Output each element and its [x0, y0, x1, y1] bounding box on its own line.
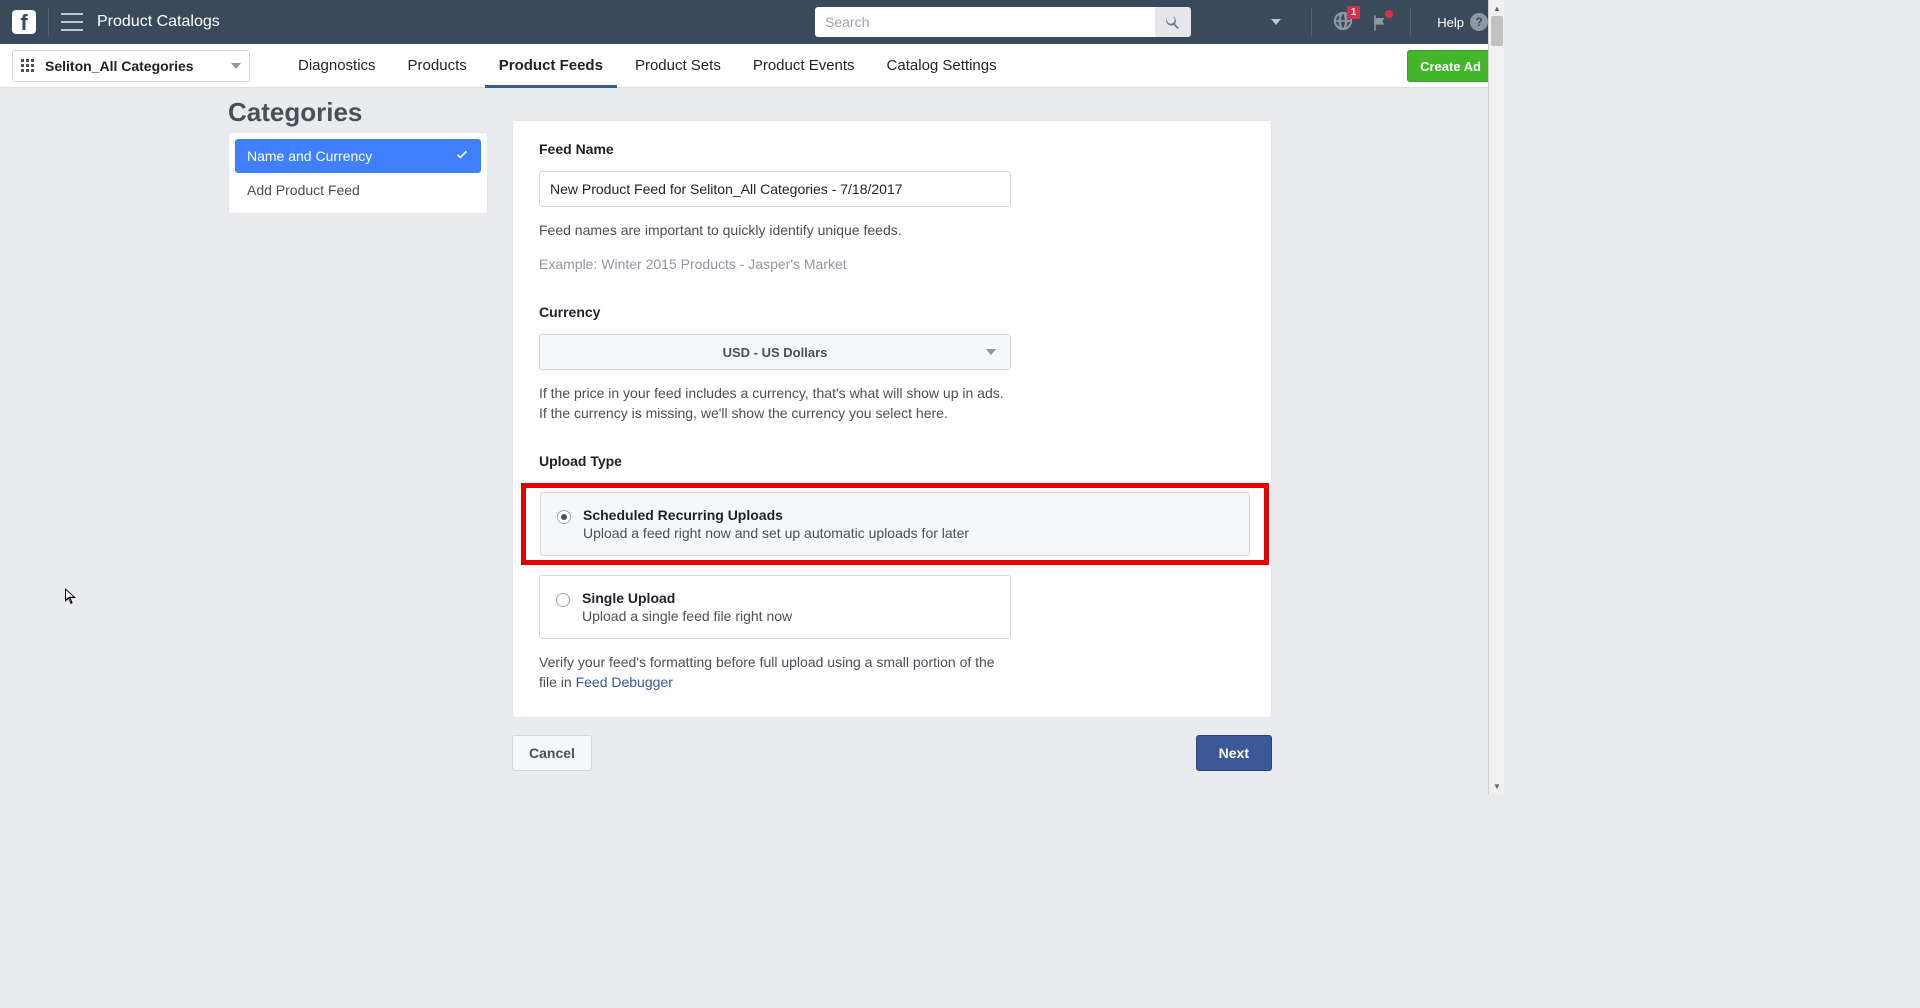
- divider: [1410, 8, 1411, 36]
- steps-sidebar: Name and Currency Add Product Feed: [228, 132, 488, 214]
- next-button[interactable]: Next: [1196, 735, 1272, 771]
- cursor-icon: [64, 588, 78, 606]
- currency-label: Currency: [539, 304, 1245, 320]
- feed-name-label: Feed Name: [539, 141, 1245, 157]
- currency-value: USD - US Dollars: [723, 345, 828, 360]
- help-link[interactable]: Help ?: [1437, 13, 1488, 31]
- currency-select[interactable]: USD - US Dollars: [539, 334, 1011, 370]
- facebook-logo[interactable]: f: [12, 10, 36, 34]
- divider: [48, 8, 49, 36]
- feed-name-input[interactable]: [539, 171, 1011, 207]
- option-title: Scheduled Recurring Uploads: [583, 507, 969, 523]
- check-icon: [455, 148, 469, 165]
- topbar-right: 1 Help ?: [1253, 0, 1488, 44]
- upload-option-single[interactable]: Single Upload Upload a single feed file …: [539, 575, 1011, 639]
- footer-buttons: Cancel Next: [512, 735, 1272, 771]
- help-icon: ?: [1470, 13, 1488, 31]
- notification-badge: 1: [1347, 6, 1361, 19]
- step-label: Name and Currency: [247, 148, 372, 164]
- create-ad-button[interactable]: Create Ad: [1407, 50, 1494, 82]
- option-desc: Upload a single feed file right now: [582, 608, 792, 624]
- catalog-selector[interactable]: Seliton_All Categories: [12, 50, 250, 82]
- flag-notification-dot: [1385, 10, 1393, 18]
- account-dropdown-icon[interactable]: [1271, 19, 1281, 25]
- menu-icon[interactable]: [61, 13, 83, 31]
- divider: [1311, 8, 1312, 36]
- chevron-down-icon: [231, 63, 241, 69]
- tab-product-sets[interactable]: Product Sets: [619, 44, 737, 87]
- scroll-up-icon[interactable]: ▲: [1489, 0, 1505, 16]
- apps-grid-icon: [21, 59, 35, 73]
- top-bar: f Product Catalogs 1 Help ?: [0, 0, 1504, 44]
- sub-nav: Seliton_All Categories Diagnostics Produ…: [0, 44, 1504, 88]
- tab-products[interactable]: Products: [392, 44, 483, 87]
- radio-icon: [556, 593, 570, 607]
- catalog-name: Seliton_All Categories: [45, 58, 231, 74]
- notifications-icon[interactable]: 1: [1332, 10, 1354, 35]
- radio-icon: [557, 510, 571, 524]
- chevron-down-icon: [986, 349, 996, 355]
- feed-form-card: Feed Name Feed names are important to qu…: [512, 120, 1272, 718]
- section-title: Product Catalogs: [97, 13, 220, 31]
- step-name-and-currency[interactable]: Name and Currency: [235, 139, 481, 173]
- search-icon: [1166, 15, 1180, 29]
- cancel-button[interactable]: Cancel: [512, 735, 592, 771]
- search: [815, 7, 1191, 37]
- feed-name-help-1: Feed names are important to quickly iden…: [539, 221, 1245, 241]
- tabs: Diagnostics Products Product Feeds Produ…: [282, 44, 1013, 87]
- upload-options: Scheduled Recurring Uploads Upload a fee…: [539, 483, 1245, 639]
- option-desc: Upload a feed right now and set up autom…: [583, 525, 969, 541]
- search-input[interactable]: [815, 7, 1155, 37]
- step-label: Add Product Feed: [247, 182, 360, 198]
- feed-name-help-2: Example: Winter 2015 Products - Jasper's…: [539, 255, 1245, 275]
- search-button[interactable]: [1155, 7, 1191, 37]
- tab-diagnostics[interactable]: Diagnostics: [282, 44, 392, 87]
- upload-option-scheduled[interactable]: Scheduled Recurring Uploads Upload a fee…: [540, 492, 1250, 556]
- tab-product-events[interactable]: Product Events: [737, 44, 871, 87]
- option-title: Single Upload: [582, 590, 792, 606]
- currency-help: If the price in your feed includes a cur…: [539, 384, 1011, 423]
- help-label: Help: [1437, 15, 1464, 30]
- scrollbar-thumb[interactable]: [1491, 16, 1503, 46]
- highlight-annotation: Scheduled Recurring Uploads Upload a fee…: [521, 483, 1269, 565]
- verify-text: Verify your feed's formatting before ful…: [539, 653, 1011, 692]
- feed-debugger-link[interactable]: Feed Debugger: [576, 674, 673, 690]
- tab-catalog-settings[interactable]: Catalog Settings: [871, 44, 1013, 87]
- page-heading: Categories: [228, 97, 362, 128]
- tab-product-feeds[interactable]: Product Feeds: [483, 44, 619, 87]
- step-add-product-feed[interactable]: Add Product Feed: [235, 173, 481, 207]
- scrollbar[interactable]: ▲ ▼: [1488, 0, 1504, 794]
- upload-type-label: Upload Type: [539, 453, 1245, 469]
- flag-icon[interactable]: [1370, 13, 1390, 31]
- scroll-down-icon[interactable]: ▼: [1489, 778, 1505, 794]
